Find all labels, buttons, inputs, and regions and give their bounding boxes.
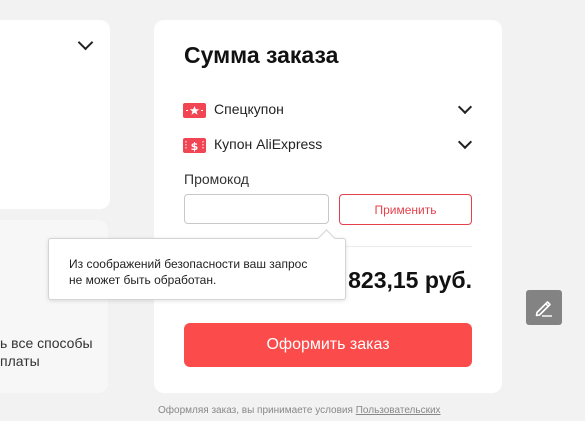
chevron-down-icon[interactable]	[77, 34, 94, 51]
shipping-card	[0, 20, 110, 209]
payment-methods-line2: платы	[0, 353, 40, 369]
security-error-tooltip: Из соображений безопасности ваш запрос н…	[48, 229, 346, 300]
terms-link[interactable]: Пользовательских	[356, 405, 441, 416]
apply-promo-button[interactable]: Применить	[339, 194, 472, 225]
terms-text: Оформляя заказ, вы принимаете условия	[158, 405, 353, 416]
checkout-button[interactable]: Оформить заказ	[184, 323, 472, 367]
order-summary-card: Сумма заказа Спецкупон $ Купон AliExpres…	[154, 20, 502, 393]
special-coupon-label: Спецкупон	[214, 101, 284, 117]
special-coupon-icon	[183, 103, 206, 118]
svg-text:$: $	[191, 140, 199, 153]
promo-code-label: Промокод	[184, 171, 249, 187]
payment-methods-text[interactable]: ь все способы платы	[0, 334, 108, 370]
chevron-down-icon	[457, 134, 473, 150]
special-coupon-row[interactable]: Спецкупон	[183, 99, 473, 120]
chevron-down-icon	[457, 99, 473, 115]
promo-code-input[interactable]	[184, 194, 329, 224]
order-summary-title: Сумма заказа	[184, 42, 339, 68]
edit-button[interactable]	[526, 290, 562, 325]
tooltip-line2: не может быть обработан.	[69, 273, 217, 287]
order-total: 823,15 руб.	[348, 267, 472, 293]
tooltip-line1: Из соображений безопасности ваш запрос	[69, 257, 308, 271]
payment-methods-line1: ь все способы	[0, 335, 93, 351]
terms-note: Оформляя заказ, вы принимаете условия По…	[158, 405, 441, 416]
aliexpress-coupon-icon: $	[183, 138, 206, 153]
aliexpress-coupon-label: Купон AliExpress	[214, 136, 323, 152]
aliexpress-coupon-row[interactable]: $ Купон AliExpress	[183, 134, 473, 155]
pencil-icon	[535, 300, 552, 317]
